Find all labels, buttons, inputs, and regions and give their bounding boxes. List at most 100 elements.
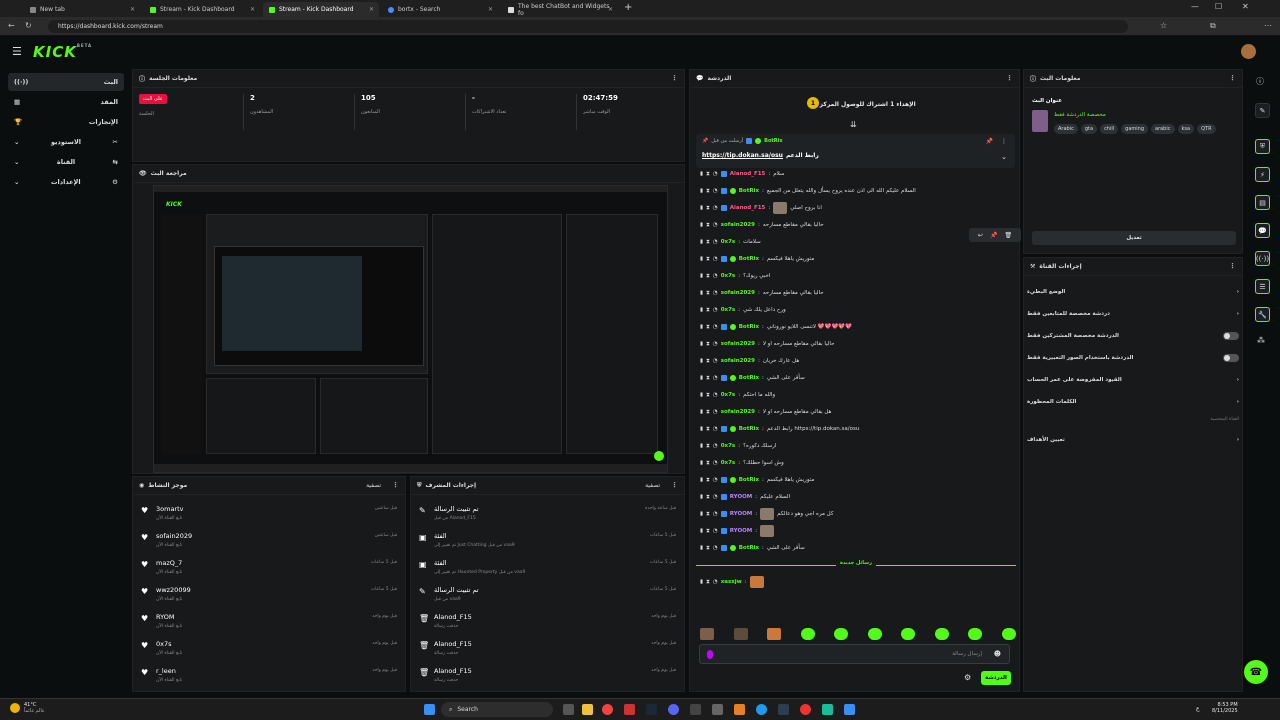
taskbar-search[interactable]: ⌕ Search: [441, 702, 553, 717]
ban-icon[interactable]: ⧗: [706, 426, 710, 433]
emote-only-toggle[interactable]: [1223, 354, 1239, 362]
sidebar-item-achievements[interactable]: 🏆 الإنجازات: [8, 113, 124, 131]
gear-icon[interactable]: ⚙: [964, 673, 971, 682]
trash-icon[interactable]: ▮: [700, 222, 703, 228]
edit-button[interactable]: تعديل: [1032, 231, 1236, 245]
lightning-icon[interactable]: ⚡: [1255, 167, 1270, 182]
ban-icon[interactable]: ⧗: [706, 443, 710, 450]
timeout-icon[interactable]: ◔: [713, 477, 718, 483]
url-field[interactable]: https://dashboard.kick.com/stream: [48, 20, 1128, 33]
emote-icon[interactable]: [934, 628, 949, 640]
emote-icon[interactable]: [800, 628, 815, 640]
clock[interactable]: 8:53 PM 8/11/2025: [1212, 702, 1238, 714]
filter-button[interactable]: تصفية: [645, 482, 660, 489]
ban-icon[interactable]: ⧗: [706, 188, 710, 195]
send-chat-button[interactable]: الدردشة: [981, 671, 1011, 685]
more-icon[interactable]: ⋮: [1001, 138, 1007, 145]
chat-username[interactable]: BotRix: [739, 477, 759, 483]
trash-icon[interactable]: ▮: [700, 392, 703, 398]
emote-icon[interactable]: [767, 628, 782, 640]
tag[interactable]: chill: [1100, 124, 1119, 134]
trash-icon[interactable]: ▮: [700, 409, 703, 415]
browser-tab[interactable]: New tab ✕: [24, 2, 140, 17]
star-icon[interactable]: ☆: [1160, 21, 1167, 30]
app-icon[interactable]: [800, 704, 811, 715]
timeout-icon[interactable]: ◔: [713, 358, 718, 364]
close-icon[interactable]: ✕: [130, 6, 135, 13]
chat-username[interactable]: 0x7s: [721, 392, 735, 398]
tag[interactable]: Arabic: [1054, 124, 1078, 134]
weather-widget[interactable]: 41°C عالم غائماً: [10, 702, 45, 714]
chat-username[interactable]: 0x7s: [721, 307, 735, 313]
tag[interactable]: gaming: [1121, 124, 1148, 134]
timeout-icon[interactable]: ◔: [713, 528, 718, 534]
browser-tab[interactable]: The best ChatBot and Widgets fo ✕: [502, 2, 618, 17]
close-icon[interactable]: ✕: [369, 6, 374, 13]
emote-icon[interactable]: [700, 628, 714, 640]
ban-icon[interactable]: ⧗: [706, 171, 710, 178]
set-goals-row[interactable]: تعيين الأهداف ›: [1027, 433, 1239, 447]
tag[interactable]: ksa: [1177, 124, 1195, 134]
ban-icon[interactable]: ⧗: [706, 409, 710, 416]
ban-icon[interactable]: ⧗: [706, 511, 710, 518]
feed-name[interactable]: mazQ_7: [156, 559, 182, 567]
trash-icon[interactable]: ▮: [700, 528, 703, 534]
chrome-icon[interactable]: [602, 704, 613, 715]
ban-icon[interactable]: ⧗: [706, 205, 710, 212]
close-icon[interactable]: ✕: [608, 6, 613, 13]
timeout-icon[interactable]: ◔: [713, 392, 718, 398]
sidebar-item-settings[interactable]: ⌄ الإعدادات ⚙: [8, 173, 124, 191]
feed-name[interactable]: 3omartv: [156, 505, 184, 513]
chat-username[interactable]: 0x7s: [721, 239, 735, 245]
ban-icon[interactable]: ⧗: [706, 375, 710, 382]
connections-icon[interactable]: ⁂: [1257, 336, 1265, 345]
ban-icon[interactable]: ⧗: [706, 273, 710, 280]
avatar[interactable]: [1241, 44, 1256, 59]
chat-username[interactable]: 0x7s: [721, 273, 735, 279]
discord-icon[interactable]: [668, 704, 679, 715]
timeout-icon[interactable]: ◔: [713, 460, 718, 466]
chat-icon[interactable]: 💬: [1255, 223, 1270, 238]
more-icon[interactable]: ⋮: [392, 481, 399, 489]
feed-name[interactable]: Alanod_F15: [434, 640, 472, 648]
emoji-icon[interactable]: ☻: [994, 650, 1001, 658]
chat-username[interactable]: 0x7s: [721, 460, 735, 466]
edge-icon[interactable]: [756, 704, 767, 715]
chat-username[interactable]: RYOOM: [730, 511, 753, 517]
sidebar-item-dashboard[interactable]: ▦ المقد: [8, 93, 124, 111]
pin-icon[interactable]: 📌: [990, 232, 997, 239]
app-icon[interactable]: [712, 704, 723, 715]
trash-icon[interactable]: ▮: [700, 579, 703, 585]
timeout-icon[interactable]: ◔: [713, 324, 718, 330]
ban-icon[interactable]: ⧗: [706, 545, 710, 552]
unpin-icon[interactable]: 📌: [986, 138, 993, 145]
trash-icon[interactable]: ▮: [700, 256, 703, 262]
minimize-icon[interactable]: —: [1191, 2, 1199, 11]
trash-icon[interactable]: 🗑: [1004, 232, 1012, 239]
feed-name[interactable]: wwz20099: [156, 586, 191, 594]
sidebar-item-channel[interactable]: ⌄ القناة ⇆: [8, 153, 124, 171]
chat-username[interactable]: BotRix: [739, 545, 759, 551]
ban-icon[interactable]: ⧗: [706, 460, 710, 467]
feed-name[interactable]: r_leen: [156, 667, 176, 675]
layout-icon[interactable]: ☰: [1255, 279, 1270, 294]
timeout-icon[interactable]: ◔: [713, 443, 718, 449]
ban-icon[interactable]: ⧗: [706, 239, 710, 246]
sidebar-item-stream[interactable]: ((·)) البث: [8, 73, 124, 91]
slow-mode-row[interactable]: الوضع البطيء ›: [1027, 285, 1239, 299]
more-icon[interactable]: ⋮: [1229, 262, 1236, 270]
timeout-icon[interactable]: ◔: [713, 222, 718, 228]
stream-preview[interactable]: KICK: [153, 185, 668, 473]
pinned-link[interactable]: https://tip.dokan.sa/osu: [702, 152, 783, 159]
timeout-icon[interactable]: ◔: [713, 290, 718, 296]
menu-icon[interactable]: ⋯: [1264, 21, 1272, 30]
emote-icon[interactable]: [968, 628, 983, 640]
chat-username[interactable]: Alanod_F15: [730, 205, 766, 211]
task-view-icon[interactable]: [563, 704, 574, 715]
trash-icon[interactable]: ▮: [700, 205, 703, 211]
app-icon[interactable]: [734, 704, 745, 715]
mic-icon[interactable]: [707, 650, 713, 659]
extensions-icon[interactable]: ⧉: [1210, 21, 1216, 31]
app-icon[interactable]: [778, 704, 789, 715]
shield-icon[interactable]: ⛨: [1255, 139, 1270, 154]
